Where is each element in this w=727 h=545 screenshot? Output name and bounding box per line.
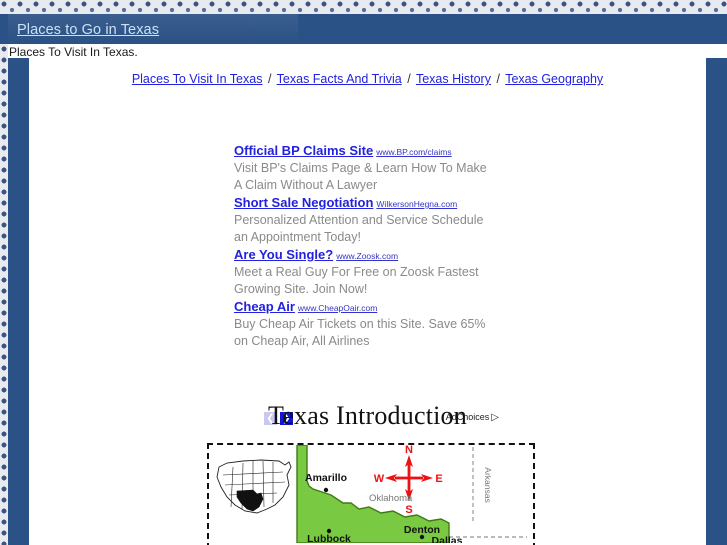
ad-headline-row: Official BP Claims Site www.BP.com/claims [234, 143, 504, 160]
nav-separator: / [496, 72, 500, 86]
ad-url-link[interactable]: WilkersonHegna.com [376, 199, 457, 209]
ad-url-link[interactable]: www.BP.com/claims [376, 147, 451, 157]
nav-separator: / [407, 72, 411, 86]
city-marker-dallas: Dallas [432, 535, 463, 543]
right-blue-rail [706, 58, 727, 545]
ad-description: Buy Cheap Air Tickets on this Site. Save… [234, 317, 486, 348]
primary-navigation: Places To Visit In Texas / Texas Facts A… [29, 72, 706, 86]
ad-title-link[interactable]: Short Sale Negotiation [234, 195, 373, 210]
ad-item[interactable]: Cheap Air www.CheapOair.com Buy Cheap Air… [234, 299, 504, 349]
map-label-oklahoma: Oklahoma [369, 493, 413, 504]
compass-label-east: E [435, 473, 442, 485]
compass-label-north: N [405, 445, 413, 456]
site-tagline-bar: Places To Visit In Texas. [9, 44, 727, 59]
ad-item[interactable]: Short Sale Negotiation WilkersonHegna.com… [234, 195, 504, 245]
ad-item[interactable]: Are You Single? www.Zoosk.com Meet a Real… [234, 247, 504, 297]
svg-text:Amarillo: Amarillo [305, 472, 347, 484]
ad-headline-row: Are You Single? www.Zoosk.com [234, 247, 504, 264]
main-content-area: Places To Visit In Texas / Texas Facts A… [29, 58, 706, 545]
compass-label-west: W [374, 473, 385, 485]
us-inset-map [216, 459, 292, 514]
top-decorative-dot-strip [0, 0, 727, 14]
nav-link-texas-geography[interactable]: Texas Geography [505, 72, 603, 86]
left-decorative-dot-column [0, 44, 8, 545]
nav-separator: / [267, 72, 272, 86]
left-blue-rail [8, 58, 29, 545]
ad-description: Meet a Real Guy For Free on Zoosk Fastes… [234, 265, 479, 296]
nav-link-texas-history[interactable]: Texas History [416, 72, 491, 86]
ad-title-link[interactable]: Official BP Claims Site [234, 143, 373, 158]
page-title: Texas Introduction [268, 401, 467, 430]
nav-link-facts-and-trivia[interactable]: Texas Facts And Trivia [277, 72, 402, 86]
ad-description: Personalized Attention and Service Sched… [234, 213, 484, 244]
advertisement-block: Official BP Claims Site www.BP.com/claims… [234, 143, 504, 351]
texas-map-svg: N S W E Oklahoma Arkansas Amarillo Lubbo… [216, 445, 527, 543]
ad-description: Visit BP's Claims Page & Learn How To Ma… [234, 161, 487, 192]
ad-title-link[interactable]: Cheap Air [234, 299, 295, 314]
svg-text:Dallas: Dallas [432, 535, 463, 543]
map-label-arkansas: Arkansas [483, 467, 493, 502]
ad-headline-row: Cheap Air www.CheapOair.com [234, 299, 504, 316]
ad-item[interactable]: Official BP Claims Site www.BP.com/claims… [234, 143, 504, 193]
ad-url-link[interactable]: www.CheapOair.com [298, 303, 377, 313]
ad-url-link[interactable]: www.Zoosk.com [336, 251, 398, 261]
nav-link-places-to-visit[interactable]: Places To Visit In Texas [132, 72, 263, 86]
texas-map-figure: N S W E Oklahoma Arkansas Amarillo Lubbo… [207, 443, 535, 545]
site-tagline-text: Places To Visit In Texas. [9, 45, 138, 59]
compass-label-south: S [405, 504, 412, 516]
svg-text:Lubbock: Lubbock [307, 533, 351, 543]
ad-headline-row: Short Sale Negotiation WilkersonHegna.com [234, 195, 504, 212]
ad-title-link[interactable]: Are You Single? [234, 247, 333, 262]
site-title-link[interactable]: Places to Go in Texas [17, 22, 159, 38]
